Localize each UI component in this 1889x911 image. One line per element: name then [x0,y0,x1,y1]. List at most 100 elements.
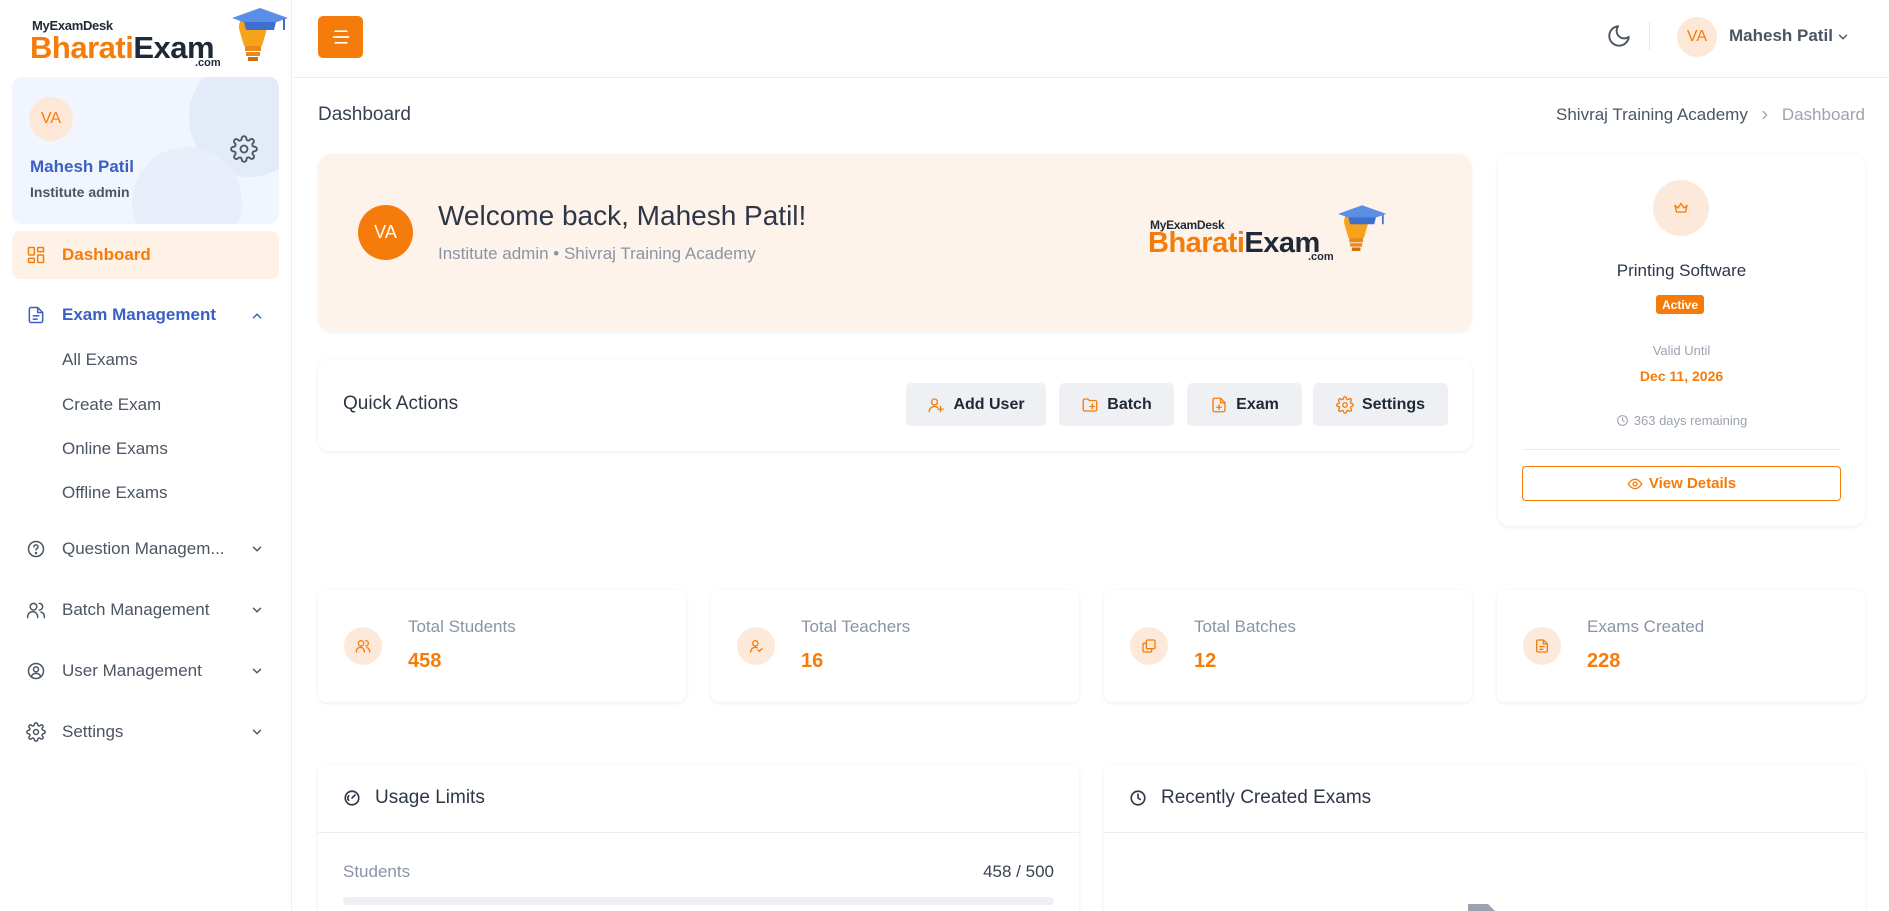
add-user-button[interactable]: Add User [906,383,1046,426]
stat-label: Total Batches [1194,617,1297,636]
question-icon [27,540,45,558]
avatar: VA [358,205,413,260]
layers-icon [1142,639,1156,653]
chevron-down-icon[interactable] [250,542,264,556]
welcome-title: Welcome back, Mahesh Patil! [438,200,807,231]
sidebar-item-dashboard[interactable]: Dashboard [26,243,151,267]
stat-card-exams: Exams Created 228 [1497,590,1865,702]
gear-icon [26,722,46,742]
sidebar-subitem-offline-exams[interactable]: Offline Exams [62,483,168,503]
avatar[interactable]: VA [1677,17,1717,57]
stat-value: 228 [1587,650,1621,672]
stat-icon-badge [344,627,382,665]
stat-icon-badge [1130,627,1168,665]
stat-icon-badge [737,627,775,665]
chevron-down-icon[interactable] [1836,30,1850,44]
add-user-icon [929,397,945,412]
topbar: VA Mahesh Patil [293,0,1889,78]
lightbulb-cap-icon [1338,205,1387,251]
profile-role: Institute admin [30,184,130,200]
empty-document-icon [1468,904,1495,911]
user-menu-name[interactable]: Mahesh Patil [1729,26,1833,46]
stat-icon-badge [1523,627,1561,665]
stat-label: Exams Created [1587,617,1705,636]
sidebar: MyExamDesk BharatiExam .com VA Mahesh Pa… [0,0,292,911]
usage-limits-card: Usage Limits Students 458 / 500 [318,765,1079,911]
teacher-icon [750,640,763,653]
stat-value: 458 [408,650,442,672]
hamburger-icon [332,30,349,44]
divider [1649,22,1650,50]
usage-label: Students [343,862,411,881]
eye-icon [1627,478,1643,489]
lightbulb-cap-icon [232,8,288,61]
menu-toggle-button[interactable] [318,16,363,58]
gear-icon[interactable] [230,135,258,163]
welcome-card: VA Welcome back, Mahesh Patil! Institute… [318,154,1472,332]
recent-exams-header: Recently Created Exams [1129,787,1371,809]
chevron-right-icon [1762,110,1768,120]
sidebar-item-label: Exam Management [62,305,216,324]
dashboard-icon [27,246,45,264]
file-plus-icon [1212,397,1226,412]
chevron-up-icon[interactable] [250,309,264,323]
valid-until-label: Valid Until [1652,343,1711,358]
stat-card-teachers: Total Teachers 16 [711,590,1079,702]
stat-card-students: Total Students 458 [318,590,686,702]
quick-actions-title: Quick Actions [343,393,459,414]
sidebar-item-settings[interactable]: Settings [26,720,123,744]
batch-button[interactable]: Batch [1059,383,1174,426]
breadcrumb-link[interactable]: Shivraj Training Academy [1556,105,1748,125]
avatar[interactable]: VA [29,97,73,141]
sidebar-item-question-management[interactable]: Question Managem... [26,537,225,561]
brand-logo: MyExamDesk BharatiExam .com [1148,205,1387,271]
sidebar-item-user-management[interactable]: User Management [26,659,202,683]
sidebar-item-label: Batch Management [62,600,210,619]
gear-icon [1336,395,1354,414]
document-icon [28,306,44,324]
subscription-name: Printing Software [1616,261,1747,280]
folder-plus-icon [1082,397,1098,412]
breadcrumb-current: Dashboard [1781,105,1865,124]
stat-value: 12 [1194,650,1217,672]
stat-label: Total Teachers [801,617,911,636]
page-title: Dashboard [318,104,411,125]
sidebar-item-batch-management[interactable]: Batch Management [26,598,209,622]
profile-name: Mahesh Patil [30,157,134,176]
divider [1522,449,1841,450]
stat-value: 16 [801,650,824,672]
user-circle-icon [27,662,45,680]
brand-suffix: .com [195,57,221,69]
divider [1104,832,1865,833]
days-remaining: 363 days remaining [1498,413,1865,428]
sidebar-subitem-create-exam[interactable]: Create Exam [62,395,161,415]
sidebar-item-label: User Management [62,661,202,680]
view-details-button[interactable]: View Details [1522,466,1841,501]
brand-logo[interactable]: MyExamDesk BharatiExam .com [28,6,288,70]
crown-badge [1653,180,1709,236]
sidebar-item-label: Question Managem... [62,539,225,558]
stat-card-batches: Total Batches 12 [1104,590,1472,702]
usage-progress-bar [343,897,1054,905]
usage-progress-fill [343,897,995,905]
divider [318,832,1079,833]
welcome-subtitle: Institute admin • Shivraj Training Acade… [438,244,756,263]
sidebar-subitem-online-exams[interactable]: Online Exams [62,439,168,459]
clock-icon [1616,415,1628,426]
sidebar-subitem-all-exams[interactable]: All Exams [62,350,138,370]
crown-icon [1674,202,1688,213]
users-icon [26,602,46,619]
clock-icon [1130,790,1146,806]
status-badge: Active [1656,295,1705,314]
profile-card: VA Mahesh Patil Institute admin [12,77,279,224]
recent-exams-card: Recently Created Exams [1104,765,1865,911]
chevron-down-icon[interactable] [250,664,264,678]
moon-icon[interactable] [1606,23,1632,49]
chevron-down-icon[interactable] [250,725,264,739]
exam-button[interactable]: Exam [1187,383,1302,426]
settings-button[interactable]: Settings [1313,383,1448,426]
valid-until-date: Dec 11, 2026 [1639,368,1724,384]
chevron-down-icon[interactable] [250,603,264,617]
users-icon [355,640,371,653]
sidebar-item-exam-management[interactable]: Exam Management [26,303,216,327]
